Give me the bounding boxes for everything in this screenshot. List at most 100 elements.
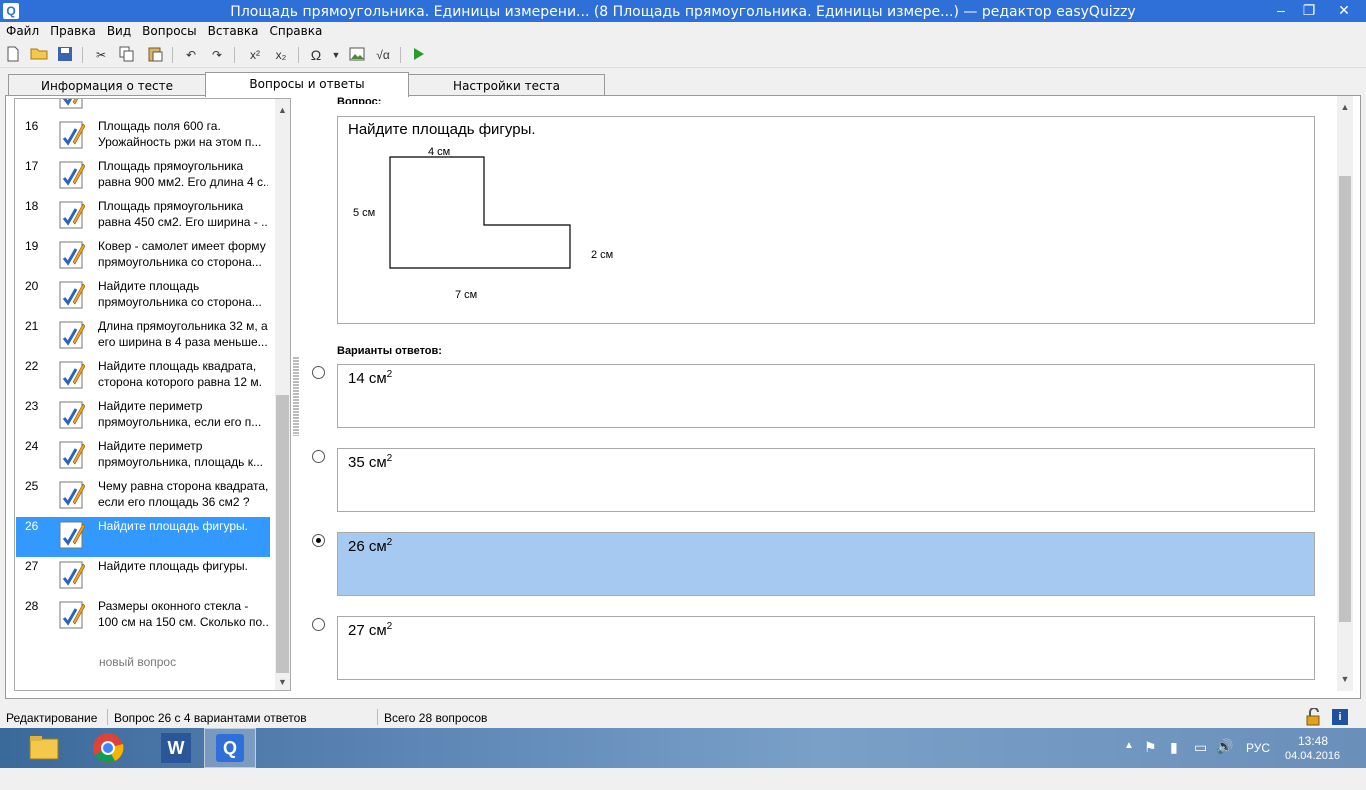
status-question-info: Вопрос 26 с 4 вариантами ответов	[114, 711, 307, 725]
restore-button[interactable]: ❐	[1296, 0, 1322, 22]
figure-label-bottom: 7 см	[455, 289, 478, 301]
question-list-item[interactable]: 27 Найдите площадь фигуры.	[16, 557, 270, 597]
question-edit-icon	[59, 440, 86, 470]
minimize-button[interactable]: –	[1266, 0, 1296, 22]
question-list-item[interactable]: 18 Площадь прямоугольника равна 450 см2. …	[16, 197, 270, 237]
editor-scroll-down-icon[interactable]: ▼	[1337, 674, 1353, 684]
answer-radio[interactable]	[312, 534, 325, 547]
superscript-icon[interactable]: x²	[244, 46, 266, 64]
question-list-item[interactable]: 26 Найдите площадь фигуры.	[16, 517, 270, 557]
easyquizzy-taskbar-icon[interactable]: Q	[204, 728, 256, 768]
tray-battery-icon[interactable]: ▭	[1194, 739, 1207, 779]
title-bar: Q Площадь прямоугольника. Единицы измере…	[0, 0, 1366, 22]
question-list-item[interactable]: 17 Площадь прямоугольника равна 900 мм2. …	[16, 157, 270, 197]
new-file-icon[interactable]	[4, 46, 22, 64]
status-total: Всего 28 вопросов	[384, 711, 488, 725]
question-preview-text: Найдите площадь фигуры.	[98, 519, 249, 533]
answer-option-box[interactable]: 14 см2	[337, 364, 1315, 428]
answer-radio[interactable]	[312, 450, 325, 463]
menu-file[interactable]: Файл	[0, 22, 44, 38]
omega-symbol-icon[interactable]: Ω	[306, 46, 326, 64]
copy-icon[interactable]	[118, 46, 136, 64]
question-edit-icon	[59, 280, 86, 310]
play-icon[interactable]	[410, 46, 428, 64]
tray-network-icon[interactable]: ▮	[1170, 739, 1178, 779]
question-preview-text: Найдите площадь фигуры.	[98, 559, 249, 573]
question-number: 21	[25, 319, 39, 333]
question-edit-icon	[59, 480, 86, 510]
tab-test-settings[interactable]: Настройки теста	[408, 74, 605, 96]
subscript-icon[interactable]: x₂	[270, 46, 292, 64]
file-explorer-icon[interactable]	[18, 728, 70, 768]
answer-option-box[interactable]: 26 см2	[337, 532, 1315, 596]
question-list-scrollbar[interactable]: ▲ ▼	[275, 99, 290, 690]
question-number: 22	[25, 359, 39, 373]
menu-view[interactable]: Вид	[101, 22, 136, 38]
answer-text: 27 см2	[348, 621, 393, 639]
menu-insert[interactable]: Вставка	[202, 22, 264, 38]
tray-language[interactable]: РУС	[1246, 741, 1270, 781]
question-list-item[interactable]: 19 Ковер - самолет имеет форму прямоуголь…	[16, 237, 270, 277]
paste-icon[interactable]	[146, 46, 164, 64]
menu-edit[interactable]: Правка	[44, 22, 101, 38]
open-folder-icon[interactable]	[30, 46, 48, 64]
dropdown-arrow-icon[interactable]: ▼	[330, 46, 342, 64]
editor-scroll-up-icon[interactable]: ▲	[1337, 102, 1353, 112]
info-icon[interactable]: i	[1332, 709, 1348, 725]
question-list-item[interactable]: 21 Длина прямоугольника 32 м, а его ширин…	[16, 317, 270, 357]
toolbar: ✂ ↶ ↷ x² x₂ Ω ▼ √α	[0, 42, 1366, 68]
cut-icon[interactable]: ✂	[92, 46, 110, 64]
tray-expand-icon[interactable]: ▲	[1124, 740, 1134, 780]
undo-icon[interactable]: ↶	[182, 46, 200, 64]
question-edit-icon	[59, 520, 86, 550]
answer-radio[interactable]	[312, 366, 325, 379]
formula-icon[interactable]: √α	[372, 46, 394, 64]
question-list-item[interactable]: 25 Чему равна сторона квадрата, если его …	[16, 477, 270, 517]
question-edit-icon	[59, 99, 85, 110]
answers-label: Варианты ответов:	[337, 345, 442, 357]
tray-volume-icon[interactable]: 🔊	[1216, 738, 1233, 778]
tray-flag-icon[interactable]: ⚑	[1144, 739, 1157, 779]
question-list-item[interactable]: 23 Найдите периметр прямоугольника, если …	[16, 397, 270, 437]
question-list-item[interactable]: Урожайность пшеницы на эт...	[16, 99, 270, 117]
panel-splitter[interactable]	[293, 356, 299, 436]
question-preview-text: Найдите площадь прямоугольника со сторон…	[98, 279, 262, 309]
word-icon[interactable]: W	[150, 728, 202, 768]
close-button[interactable]: ✕	[1322, 0, 1366, 22]
question-preview-text: Площадь поля 600 га. Урожайность ржи на …	[98, 119, 262, 149]
question-number: 27	[25, 559, 39, 573]
new-question-item[interactable]: новый вопрос	[99, 655, 176, 669]
scroll-up-icon[interactable]: ▲	[275, 103, 290, 118]
scroll-thumb[interactable]	[276, 395, 289, 673]
editor-scroll-thumb[interactable]	[1339, 176, 1351, 622]
question-number: 16	[25, 119, 39, 133]
image-icon[interactable]	[348, 46, 366, 64]
question-list-item[interactable]: 28 Размеры оконного стекла - 100 см на 15…	[16, 597, 270, 637]
menu-questions[interactable]: Вопросы	[136, 22, 201, 38]
answer-option-box[interactable]: 27 см2	[337, 616, 1315, 680]
redo-icon[interactable]: ↷	[208, 46, 226, 64]
question-edit-icon	[59, 240, 86, 270]
question-list-item[interactable]: 24 Найдите периметр прямоугольника, площа…	[16, 437, 270, 477]
unlock-icon[interactable]	[1304, 707, 1324, 726]
tray-date[interactable]: 04.04.2016	[1285, 750, 1340, 790]
status-mode: Редактирование	[6, 711, 98, 725]
menu-help[interactable]: Справка	[263, 22, 327, 38]
question-list-item[interactable]: 22 Найдите площадь квадрата, сторона кото…	[16, 357, 270, 397]
answer-option-box[interactable]: 35 см2	[337, 448, 1315, 512]
question-editor[interactable]: Найдите площадь фигуры. 4 см 5 см 2 см 7…	[337, 116, 1315, 324]
window-title: Площадь прямоугольника. Единицы измерени…	[230, 4, 1136, 20]
answer-radio[interactable]	[312, 618, 325, 631]
question-preview-text: Найдите периметр прямоугольника, площадь…	[98, 439, 263, 469]
question-list: Урожайность пшеницы на эт... 16 Площадь по…	[14, 98, 291, 691]
chrome-icon[interactable]	[82, 728, 134, 768]
question-list-item[interactable]: 16 Площадь поля 600 га. Урожайность ржи н…	[16, 117, 270, 157]
save-icon[interactable]	[56, 46, 74, 64]
tab-questions-answers[interactable]: Вопросы и ответы	[205, 72, 409, 97]
question-preview-text: Ковер - самолет имеет форму прямоугольни…	[98, 239, 266, 269]
answer-text: 26 см2	[348, 537, 393, 555]
tab-test-info[interactable]: Информация о тесте	[8, 74, 206, 96]
scroll-down-icon[interactable]: ▼	[275, 675, 290, 690]
question-list-item[interactable]: 20 Найдите площадь прямоугольника со стор…	[16, 277, 270, 317]
editor-scrollbar[interactable]: ▲ ▼	[1337, 96, 1353, 691]
